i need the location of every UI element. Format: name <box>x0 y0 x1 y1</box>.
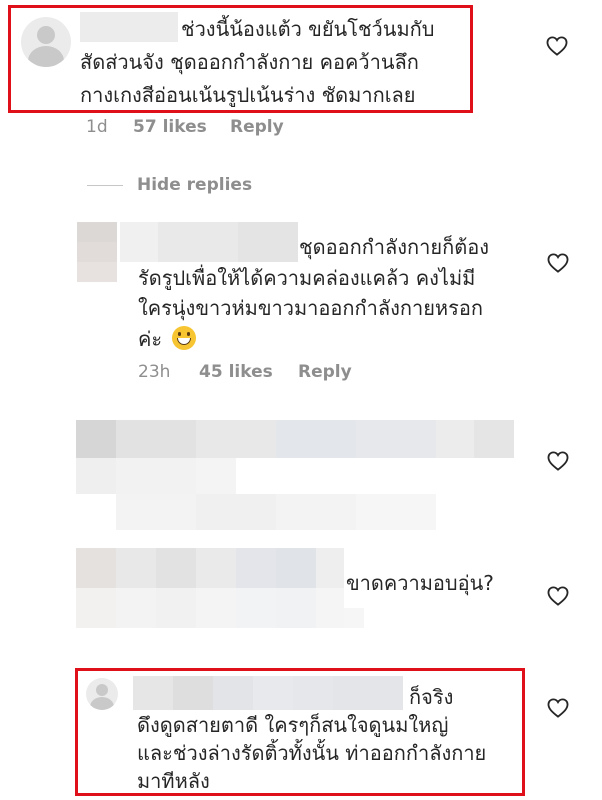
comment-text-line: ค่ะ <box>138 322 197 356</box>
like-count[interactable]: 45 likes <box>199 362 273 382</box>
comment-text-line: รัดรูปเพื่อให้ได้ความคล่องแคล้ว คงไม่มี <box>138 266 476 290</box>
comment-text-line: ใครนุ่งขาวห่มขาวมาออกกำลังกายหรอก <box>138 296 483 320</box>
heart-icon[interactable] <box>547 698 569 718</box>
blurred-username[interactable] <box>120 222 298 262</box>
hide-replies-line <box>87 185 123 186</box>
like-count[interactable]: 57 likes <box>133 117 207 137</box>
heart-icon[interactable] <box>547 586 569 606</box>
heart-icon[interactable] <box>546 36 568 56</box>
comment-timestamp: 1d <box>86 117 108 137</box>
heart-icon[interactable] <box>547 253 569 273</box>
comment-timestamp: 23h <box>138 362 171 382</box>
highlight-box <box>8 5 473 113</box>
comment-text-line: ชุดออกกำลังกายก็ต้อง <box>299 235 489 259</box>
blurred-avatar[interactable] <box>77 222 117 282</box>
grinning-face-emoji <box>172 326 197 350</box>
comment-text-line: ขาดความอบอุ่น? <box>346 571 494 595</box>
comment-text-tail: ค่ะ <box>138 327 163 351</box>
highlight-box <box>75 668 525 796</box>
heart-icon[interactable] <box>547 451 569 471</box>
reply-button[interactable]: Reply <box>230 117 284 137</box>
blurred-avatar-and-username[interactable] <box>76 548 366 630</box>
blurred-comment <box>76 420 516 532</box>
hide-replies-button[interactable]: Hide replies <box>137 175 252 195</box>
reply-button[interactable]: Reply <box>298 362 352 382</box>
